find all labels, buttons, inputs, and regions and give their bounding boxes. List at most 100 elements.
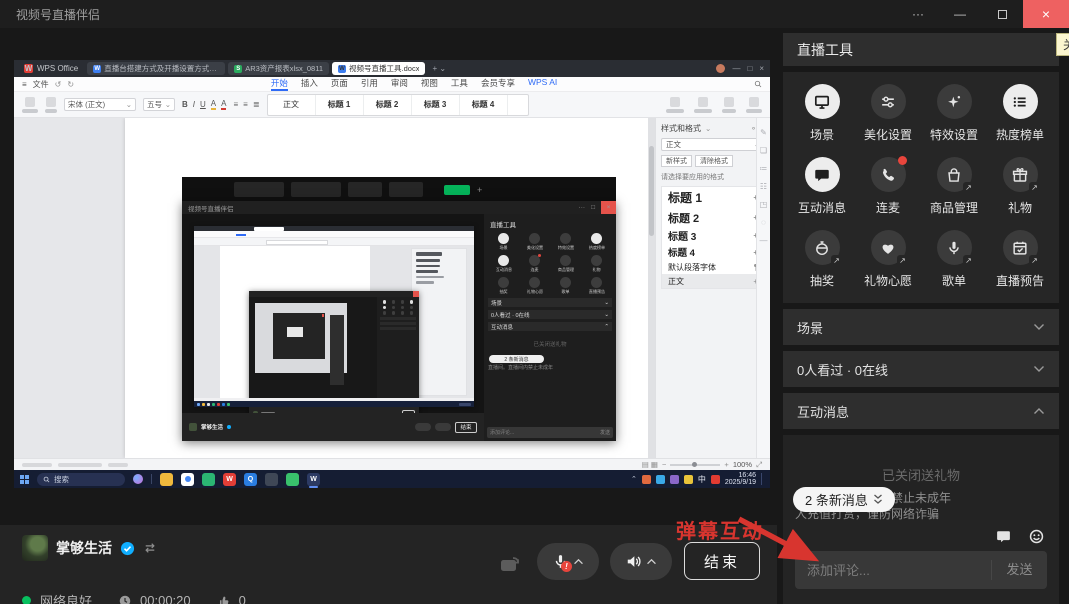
- gift-closed-notice: 已关闭送礼物: [783, 465, 1059, 484]
- annotation-label: 弹幕互动: [676, 515, 764, 544]
- nested-styles-panel: [411, 248, 467, 396]
- tool-effects[interactable]: 特效设置: [921, 84, 987, 143]
- sliders-icon: [529, 233, 540, 244]
- decor-bar: [236, 234, 246, 236]
- phone-icon: [871, 157, 906, 192]
- wps-home-label: WPS Office: [37, 64, 78, 73]
- decor-bar: [416, 276, 444, 279]
- tool-live-preview[interactable]: ↗ 直播预告: [987, 230, 1053, 289]
- tools-header: 直播工具: [783, 33, 1059, 66]
- section-viewers[interactable]: 0人看过 · 0在线: [783, 351, 1059, 387]
- zoom-out-icon: −: [662, 460, 666, 469]
- decor-bar: [380, 317, 416, 320]
- nested-interaction-section: 互动消息⌃: [488, 322, 612, 331]
- new-style-button: 新样式: [661, 155, 692, 167]
- camera-toggle-icon[interactable]: [499, 554, 521, 574]
- zoom-level: 100%: [733, 460, 752, 469]
- ribbon-tab: 工具: [451, 77, 468, 91]
- tool-heat-ranking[interactable]: 热度榜单: [987, 84, 1053, 143]
- chat-icon: [498, 255, 509, 266]
- new-messages-pill[interactable]: 2 条新消息: [793, 487, 895, 512]
- select-tool: [722, 97, 736, 113]
- more-button[interactable]: ···: [897, 0, 939, 28]
- section-interaction[interactable]: 互动消息: [783, 393, 1059, 429]
- double-chevron-down-icon: [873, 494, 883, 505]
- more-strip-icon: —: [760, 236, 768, 245]
- font-name-box: 宋体 (正文)⌄: [64, 98, 136, 111]
- nested-taskbar: [194, 401, 474, 407]
- speaker-icon: [625, 553, 642, 570]
- nested-avatar: [189, 423, 197, 431]
- speaker-button[interactable]: [610, 543, 672, 580]
- maximize-button[interactable]: [981, 0, 1023, 28]
- hamburger-icon: ≡: [22, 80, 27, 89]
- minimize-button[interactable]: —: [939, 0, 981, 28]
- wps-home-tab: W WPS Office: [18, 64, 84, 73]
- style-cell: 标题 4: [460, 95, 508, 115]
- title-bar: 视频号直播伴侣 ··· — ×: [0, 0, 1069, 28]
- close-tooltip: 关: [1056, 33, 1069, 56]
- nested-tool-grid: 场景 美化设置 特效设置 热度榜单 互动消息 连麦 商品管理 礼物 抽奖 礼物心…: [488, 233, 612, 295]
- tool-scene[interactable]: 场景: [789, 84, 855, 143]
- section-scene[interactable]: 场景: [783, 309, 1059, 345]
- nested-window-title: 视频号直播伴侣: [188, 203, 234, 213]
- translate-tool: [746, 97, 762, 113]
- decor-bar: [380, 327, 416, 330]
- wps-styles-panel: 样式和格式 ⌄ ⚬ × 正文⌄ 新样式 清除格式 请选择要应用的格式 标题 1+…: [655, 118, 770, 458]
- wps-ribbon-tabs: 开始 插入 页面 引用 审阅 视图 工具 会员专享 WPS AI: [271, 77, 557, 91]
- tool-playlist[interactable]: ↗ 歌单: [921, 230, 987, 289]
- level3-core-block: [287, 327, 303, 337]
- nested-app-window: 视频号直播伴侣 ··· □ ×: [182, 201, 616, 441]
- tool-beauty-settings[interactable]: 美化设置: [855, 84, 921, 143]
- calendar-icon: ↗: [1003, 230, 1038, 265]
- ribbon-tab: 会员专享: [481, 77, 515, 91]
- embedded-button: [234, 182, 284, 197]
- styles-panel-title: 样式和格式: [661, 123, 701, 134]
- end-live-button[interactable]: 结束: [684, 542, 760, 580]
- select-icon: [724, 97, 734, 107]
- close-button[interactable]: ×: [1023, 0, 1069, 28]
- ribbon-tab-wps-ai: WPS AI: [528, 77, 557, 91]
- wps-min-icon: —: [732, 64, 740, 73]
- monitor-icon: [805, 84, 840, 119]
- thumbs-up-icon: [217, 594, 231, 604]
- chat-icon: [805, 157, 840, 192]
- format-painter-tool: [45, 97, 57, 113]
- tool-interactive-messages[interactable]: 互动消息: [789, 157, 855, 216]
- nested-viewers-section: 0人看过 · 0在线⌄: [488, 310, 612, 319]
- comment-bubble-icon[interactable]: [995, 528, 1012, 545]
- nested-wps-menubar: [194, 231, 474, 238]
- nested-active-tab: [254, 227, 284, 231]
- mic-button[interactable]: !: [537, 543, 599, 580]
- tool-lottery[interactable]: ↗ 抽奖: [789, 230, 855, 289]
- switch-account-icon[interactable]: [143, 542, 157, 554]
- mic-icon: ↗: [937, 230, 972, 265]
- shape-icon: ◳: [760, 200, 768, 209]
- find-replace-tool: [694, 97, 712, 113]
- comment-input[interactable]: [795, 563, 991, 578]
- tool-gifts[interactable]: ↗ 礼物: [987, 157, 1053, 216]
- emoji-icon[interactable]: [1028, 528, 1045, 545]
- tool-gift-wish[interactable]: ↗ 礼物心愿: [855, 230, 921, 289]
- file-menu-label: 文件: [33, 79, 49, 90]
- nested-style-gallery: [266, 240, 328, 245]
- account-name: 掌够生活: [56, 538, 112, 558]
- system-tray: ⌃ 中 16:46 2025/9/19: [631, 472, 764, 486]
- clear-format-button: 清除格式: [695, 155, 733, 167]
- wps-menu-right: [754, 80, 762, 88]
- font-style-buttons: B I U A A: [182, 99, 226, 110]
- styles-list: 标题 1+ 标题 2+ 标题 3+ 标题 4+ 默认段落字体¶ 正文+: [661, 186, 765, 289]
- mic-icon: [560, 277, 571, 288]
- live-timer: 00:00:20: [140, 593, 191, 604]
- send-button[interactable]: 发送: [991, 560, 1047, 580]
- gift-icon: [591, 255, 602, 266]
- bag-icon: ↗: [937, 157, 972, 192]
- external-arrow-badge: ↗: [897, 255, 909, 267]
- copilot-icon: [133, 474, 143, 484]
- window-controls: ··· — ×: [897, 0, 1069, 28]
- tool-co-host[interactable]: 连麦: [855, 157, 921, 216]
- nested-end-button: 结束: [455, 422, 477, 433]
- close-icon: ×: [1042, 6, 1050, 22]
- wps-side-icon-strip: ✎ ❏ ≔ ☷ ◳ ◌ —: [756, 118, 770, 458]
- tool-product-management[interactable]: ↗ 商品管理: [921, 157, 987, 216]
